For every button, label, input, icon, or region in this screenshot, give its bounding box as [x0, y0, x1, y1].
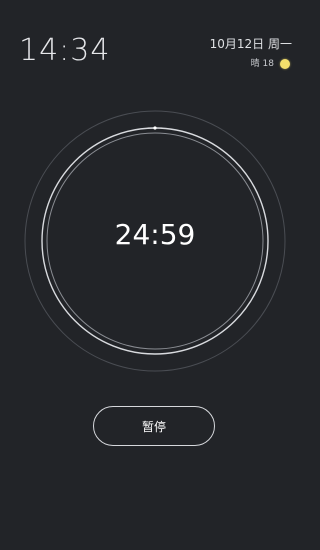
pause-button[interactable]: 暂停 — [93, 406, 215, 446]
date-label: 10月12日 周一 — [209, 37, 292, 51]
timer-screen: 14:34 10月12日 周一 晴 18 24:59 暂停 — [0, 0, 310, 550]
weather-text: 晴 18 — [250, 58, 274, 69]
progress-marker — [153, 126, 157, 130]
pause-button-label: 暂停 — [141, 419, 166, 434]
clock-time: 14:34 — [19, 33, 111, 68]
timer-remaining: 24:59 — [114, 218, 196, 251]
weather-widget: 晴 18 — [251, 59, 290, 69]
timer-dial: 24:59 — [23, 109, 287, 373]
sun-icon — [280, 59, 290, 69]
